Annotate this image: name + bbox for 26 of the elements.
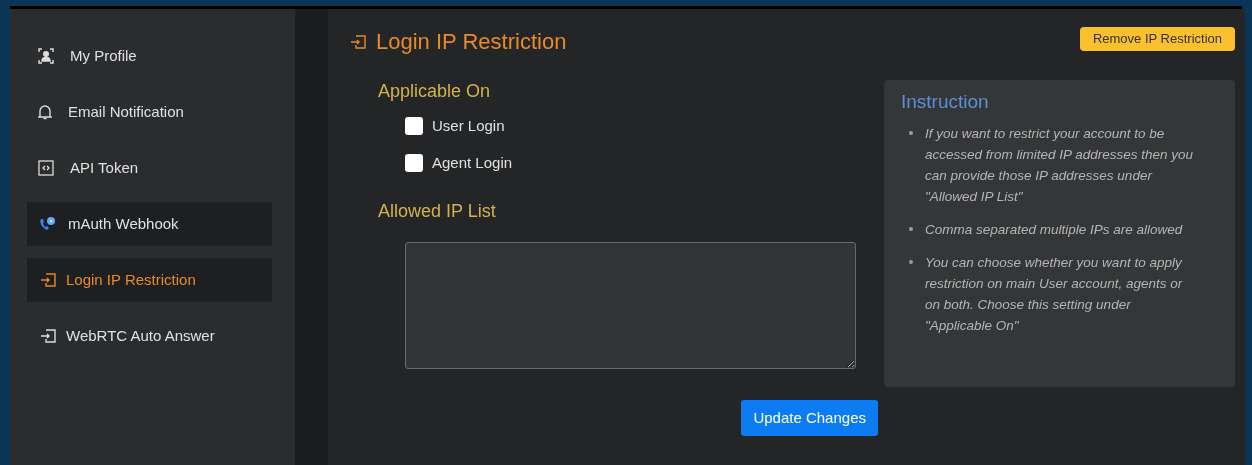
checkbox-label: User Login (432, 116, 505, 136)
login-icon (40, 329, 56, 343)
bullet-icon (909, 259, 913, 264)
phone-icon (38, 215, 58, 233)
login-icon (350, 34, 366, 49)
checkbox-label: Agent Login (432, 152, 513, 173)
sidebar-item[interactable]: mAuth Webhook (27, 202, 272, 246)
instruction-title: Instruction (901, 90, 990, 114)
page-title: Login IP Restriction (376, 28, 567, 56)
remove-ip-restriction-button[interactable]: Remove IP Restriction (1079, 27, 1235, 51)
ip-list-field[interactable] (405, 242, 856, 369)
section-heading: Allowed IP List (378, 200, 497, 223)
bullet-icon (909, 226, 913, 231)
bullet-icon (909, 130, 913, 135)
checkbox[interactable] (405, 153, 423, 172)
section-heading: Applicable On (378, 80, 492, 103)
instruction-text: Comma separated multiple IPs are allowed (925, 220, 1183, 239)
code-icon (38, 160, 54, 176)
bell-icon (38, 104, 52, 120)
update-changes-button[interactable]: Update Changes (741, 400, 878, 436)
login-icon (40, 273, 56, 287)
instruction-text: You can choose whether you want to apply restriction on main User account, agents or on both. Choose this setting under "Applicable On" (925, 253, 1184, 335)
instruction-text: If you want to restrict your account to be accessed from limited IP addresses then you can provide those IP addresses under "Allowed IP List" (925, 124, 1195, 206)
sidebar-item[interactable]: Login IP Restriction (27, 258, 272, 302)
profile-icon (38, 48, 54, 64)
checkbox[interactable] (405, 117, 423, 136)
